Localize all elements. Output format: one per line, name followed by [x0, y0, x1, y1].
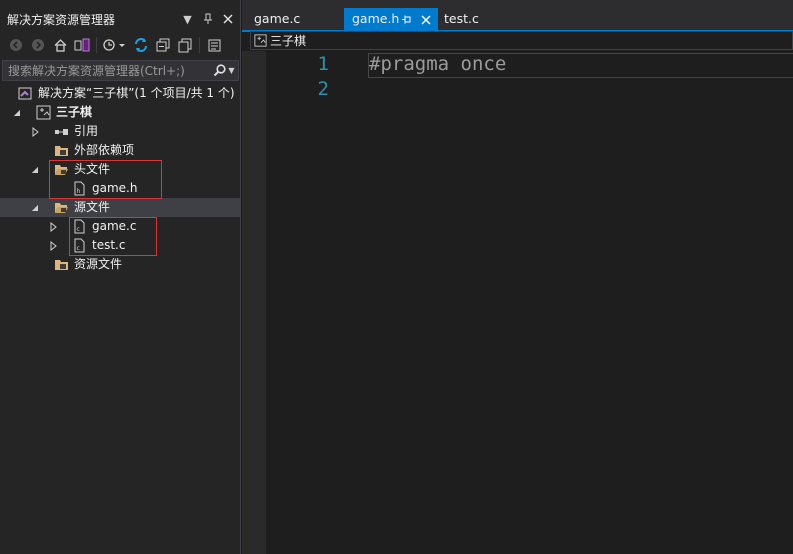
- editor-tab-bar: game.c game.h test.c: [242, 0, 793, 30]
- code-line[interactable]: #pragma once: [369, 53, 506, 75]
- tree-item-file-test-c[interactable]: c test.c: [0, 236, 241, 255]
- tab-label: game.h: [352, 11, 400, 26]
- tree-item-label: test.c: [92, 238, 126, 252]
- navbar-project-label: 三子棋: [270, 34, 307, 48]
- solution-icon: [18, 87, 32, 100]
- toolbar-separator: [96, 37, 97, 53]
- svg-text:c: c: [77, 245, 80, 252]
- search-input[interactable]: [3, 60, 210, 81]
- tree-item-label: 解决方案“三子棋”(1 个项目/共 1 个): [38, 86, 235, 100]
- tree-item-label: 源文件: [74, 200, 111, 214]
- svg-text:c: c: [77, 226, 80, 233]
- solution-explorer-search: ▼: [2, 60, 239, 81]
- solution-explorer-title: 解决方案资源管理器: [7, 12, 116, 27]
- editor-margin: [242, 51, 266, 554]
- switch-views-icon[interactable]: [74, 37, 90, 53]
- collapsed-arrow-icon[interactable]: [48, 236, 58, 255]
- tree-item-label: game.h: [92, 181, 138, 195]
- tree-item-file-game-h[interactable]: h game.h: [0, 179, 241, 198]
- tree-item-references[interactable]: 引用: [0, 122, 241, 141]
- folder-open-icon: [55, 165, 68, 175]
- header-file-icon: h: [74, 181, 85, 196]
- collapsed-arrow-icon[interactable]: [48, 217, 58, 236]
- solution-explorer-panel: 解决方案资源管理器 ▼ 搜索解决方案资源管理器(Ctrl+;) ▼ 解决方案“三…: [0, 0, 241, 554]
- tree-item-label: 头文件: [74, 162, 111, 176]
- solution-tree: 解决方案“三子棋”(1 个项目/共 1 个) ◢ 三子棋 引用 外部依赖项 ◢ …: [0, 84, 241, 274]
- solution-explorer-toolbar: [0, 33, 241, 57]
- source-file-icon: c: [74, 238, 85, 253]
- tree-item-label: 资源文件: [74, 257, 123, 271]
- close-icon[interactable]: [221, 13, 234, 26]
- toolbar-separator: [199, 37, 200, 53]
- pending-changes-filter-icon[interactable]: [103, 37, 127, 53]
- folder-icon: [55, 146, 68, 156]
- references-icon: [55, 129, 68, 135]
- expanded-arrow-icon[interactable]: ◢: [30, 160, 40, 179]
- tree-item-resource-files[interactable]: 资源文件: [0, 255, 241, 274]
- tree-item-label: 引用: [74, 124, 99, 138]
- tab-label: game.c: [254, 11, 301, 26]
- svg-text:h: h: [77, 188, 81, 195]
- tree-item-header-files[interactable]: ◢ 头文件: [0, 160, 241, 179]
- project-icon: [36, 105, 51, 120]
- collapse-all-icon[interactable]: [155, 37, 171, 53]
- project-icon: [254, 34, 267, 47]
- tab-game-h[interactable]: game.h: [344, 8, 438, 30]
- sync-icon[interactable]: [133, 37, 149, 53]
- line-number: 1: [317, 53, 329, 75]
- solution-explorer-titlebar: 解决方案资源管理器 ▼: [0, 8, 241, 30]
- chevron-down-icon: ▼: [228, 66, 235, 75]
- properties-icon[interactable]: [206, 37, 222, 53]
- pin-icon[interactable]: [401, 8, 412, 30]
- copy-icon[interactable]: [177, 37, 193, 53]
- home-icon[interactable]: [52, 37, 68, 53]
- tree-item-solution[interactable]: 解决方案“三子棋”(1 个项目/共 1 个): [0, 84, 241, 103]
- search-button[interactable]: ▼: [210, 61, 238, 80]
- back-icon[interactable]: [8, 37, 24, 53]
- folder-icon: [55, 260, 68, 270]
- editor-navigation-bar[interactable]: 三子棋: [250, 31, 793, 50]
- pin-icon[interactable]: [201, 13, 214, 26]
- expanded-arrow-icon[interactable]: ◢: [30, 198, 40, 217]
- dropdown-icon[interactable]: ▼: [181, 13, 194, 26]
- source-file-icon: c: [74, 219, 85, 234]
- folder-open-icon: [55, 203, 68, 213]
- tree-item-file-game-c[interactable]: c game.c: [0, 217, 241, 236]
- line-number: 2: [317, 78, 329, 100]
- code-editor[interactable]: [242, 51, 793, 554]
- tree-item-external-dependencies[interactable]: 外部依赖项: [0, 141, 241, 160]
- forward-icon[interactable]: [30, 37, 46, 53]
- tree-item-label: game.c: [92, 219, 137, 233]
- tab-game-c[interactable]: game.c: [246, 8, 342, 30]
- close-icon[interactable]: [421, 8, 431, 30]
- collapsed-arrow-icon[interactable]: [30, 122, 40, 141]
- tab-label: test.c: [444, 11, 479, 26]
- expanded-arrow-icon[interactable]: ◢: [12, 103, 22, 122]
- tab-test-c[interactable]: test.c: [436, 8, 516, 30]
- tree-item-label: 三子棋: [56, 105, 93, 119]
- search-icon: [214, 64, 227, 77]
- tree-item-label: 外部依赖项: [74, 143, 135, 157]
- tree-item-project[interactable]: ◢ 三子棋: [0, 103, 241, 122]
- tree-item-source-files[interactable]: ◢ 源文件: [0, 198, 241, 217]
